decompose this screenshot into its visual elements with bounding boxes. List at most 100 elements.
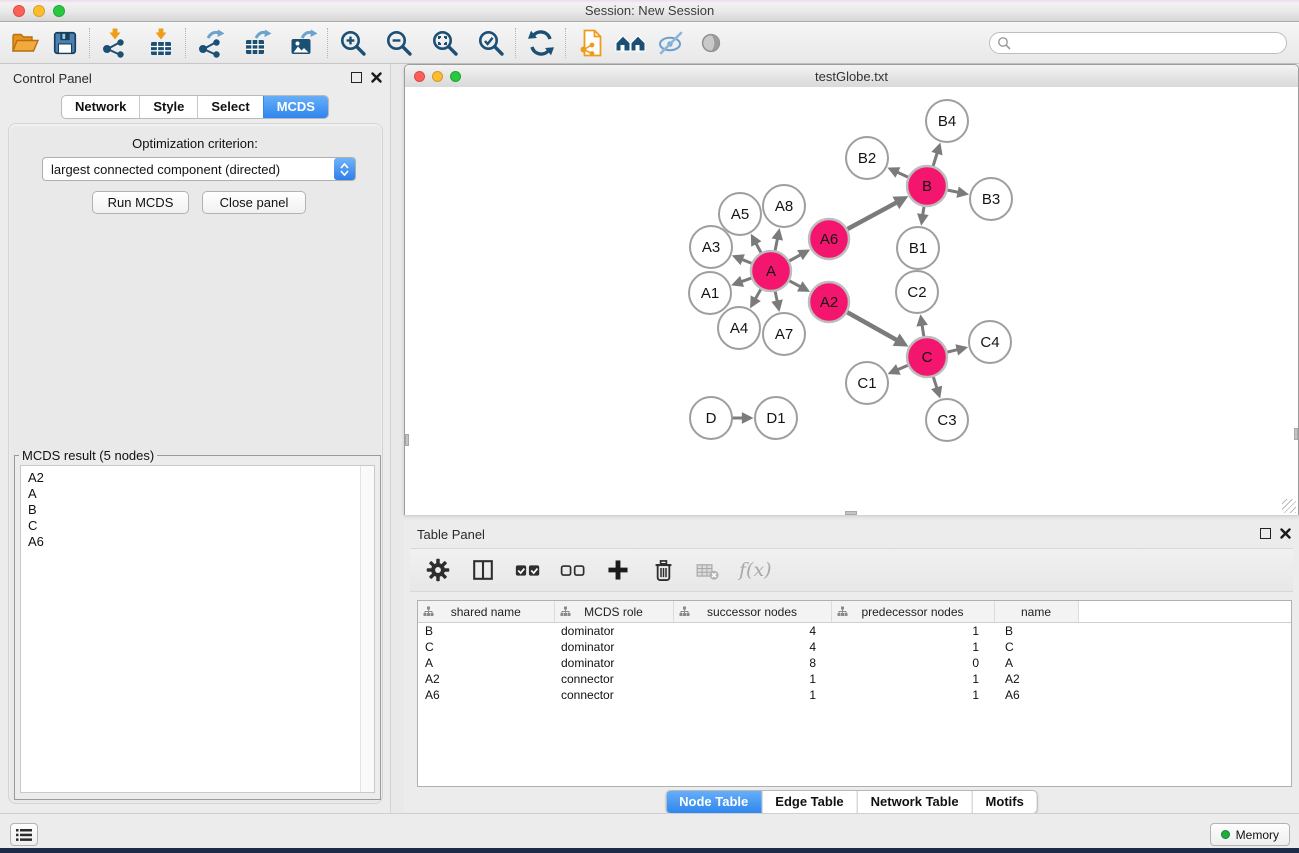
graph-node-D[interactable]: D	[690, 397, 732, 439]
mcds-result-item[interactable]: B	[21, 502, 374, 518]
table-tab-edge-table[interactable]: Edge Table	[761, 791, 856, 813]
export-image-button[interactable]	[286, 26, 320, 60]
table-cell[interactable]: 1	[831, 687, 994, 703]
apply-layout-button[interactable]	[524, 26, 558, 60]
graph-node-C1[interactable]: C1	[846, 362, 888, 404]
table-cell[interactable]: B	[994, 623, 1078, 640]
graph-node-A3[interactable]: A3	[690, 226, 732, 268]
table-cell[interactable]: dominator	[554, 655, 673, 671]
table-cell[interactable]: 1	[673, 687, 831, 703]
graph-node-B[interactable]: B	[907, 166, 947, 206]
graph-node-C3[interactable]: C3	[926, 399, 968, 441]
table-cell[interactable]: 1	[673, 671, 831, 687]
table-cell[interactable]: A2	[994, 671, 1078, 687]
delete-table-button[interactable]	[694, 556, 722, 584]
table-cell[interactable]: A6	[994, 687, 1078, 703]
table-tab-network-table[interactable]: Network Table	[857, 791, 972, 813]
table-cell[interactable]: dominator	[554, 623, 673, 640]
mcds-list-scrollbar[interactable]	[360, 466, 374, 792]
close-panel-button[interactable]: Close panel	[202, 191, 306, 214]
table-cell[interactable]: A2	[418, 671, 554, 687]
graph-node-A6[interactable]: A6	[809, 219, 849, 259]
zoom-in-button[interactable]	[336, 26, 370, 60]
graph-node-A2[interactable]: A2	[809, 282, 849, 322]
search-input[interactable]	[989, 32, 1287, 54]
graph-node-A[interactable]: A	[751, 251, 791, 291]
table-cell[interactable]: A	[994, 655, 1078, 671]
column-header-successor-nodes[interactable]: successor nodes	[673, 601, 831, 623]
graph-node-A1[interactable]: A1	[689, 272, 731, 314]
function-builder-button[interactable]: f(x)	[739, 559, 772, 581]
select-all-button[interactable]	[514, 556, 542, 584]
window-resize-grip[interactable]	[1282, 499, 1296, 513]
memory-button[interactable]: Memory	[1210, 823, 1290, 846]
table-tab-node-table[interactable]: Node Table	[666, 791, 761, 813]
table-row[interactable]: A2connector11A2	[418, 671, 1291, 687]
table-cell[interactable]: A6	[418, 687, 554, 703]
hide-graphics-details-button[interactable]	[654, 26, 688, 60]
column-header-predecessor-nodes[interactable]: predecessor nodes	[831, 601, 994, 623]
mcds-result-item[interactable]: A6	[21, 534, 374, 550]
table-cell[interactable]: 1	[831, 671, 994, 687]
show-columns-button[interactable]	[469, 556, 497, 584]
network-window-titlebar[interactable]: testGlobe.txt	[405, 65, 1298, 88]
table-row[interactable]: Bdominator41B	[418, 623, 1291, 640]
table-cell[interactable]: 4	[673, 639, 831, 655]
graph-node-B1[interactable]: B1	[897, 227, 939, 269]
table-row[interactable]: Cdominator41C	[418, 639, 1291, 655]
graph-node-C2[interactable]: C2	[896, 271, 938, 313]
table-cell[interactable]: 8	[673, 655, 831, 671]
graph-node-A4[interactable]: A4	[718, 307, 760, 349]
network-canvas[interactable]: B4B2BB3A5A8A6A3B1AA1C2A2A4A7C4CC1DD1C3	[405, 87, 1298, 515]
zoom-selected-button[interactable]	[474, 26, 508, 60]
criterion-dropdown[interactable]: largest connected component (directed)	[42, 157, 356, 181]
tab-network[interactable]: Network	[62, 96, 139, 118]
graph-node-A8[interactable]: A8	[763, 185, 805, 227]
deselect-all-button[interactable]	[559, 556, 587, 584]
close-table-panel-icon[interactable]	[1280, 528, 1291, 539]
table-cell[interactable]: A	[418, 655, 554, 671]
import-network-button[interactable]	[98, 26, 132, 60]
left-scrollbar-thumb[interactable]	[405, 434, 409, 446]
table-cell[interactable]: B	[418, 623, 554, 640]
column-header-shared-name[interactable]: shared name	[418, 601, 554, 623]
close-panel-icon[interactable]	[371, 72, 382, 83]
open-session-button[interactable]	[8, 26, 42, 60]
table-cell[interactable]: 0	[831, 655, 994, 671]
column-header-mcds-role[interactable]: MCDS role	[554, 601, 673, 623]
show-graphics-details-button[interactable]	[694, 26, 728, 60]
save-session-button[interactable]	[48, 26, 82, 60]
zoom-fit-button[interactable]	[428, 26, 462, 60]
table-row[interactable]: Adominator80A	[418, 655, 1291, 671]
export-table-button[interactable]	[240, 26, 274, 60]
mcds-result-item[interactable]: A2	[21, 470, 374, 486]
tab-mcds[interactable]: MCDS	[263, 96, 328, 118]
float-table-panel-icon[interactable]	[1260, 528, 1271, 539]
graph-node-D1[interactable]: D1	[755, 397, 797, 439]
graph-node-A5[interactable]: A5	[719, 193, 761, 235]
table-cell[interactable]: 4	[673, 623, 831, 640]
table-cell[interactable]: 1	[831, 623, 994, 640]
run-mcds-button[interactable]: Run MCDS	[92, 191, 189, 214]
table-settings-button[interactable]	[424, 556, 452, 584]
clone-network-button[interactable]	[574, 26, 608, 60]
table-cell[interactable]: C	[994, 639, 1078, 655]
tab-select[interactable]: Select	[197, 96, 262, 118]
graph-node-C[interactable]: C	[907, 337, 947, 377]
graph-node-B3[interactable]: B3	[970, 178, 1012, 220]
export-network-button[interactable]	[194, 26, 228, 60]
mcds-result-item[interactable]: A	[21, 486, 374, 502]
import-table-button[interactable]	[144, 26, 178, 60]
tab-style[interactable]: Style	[139, 96, 197, 118]
right-scrollbar-thumb[interactable]	[1294, 428, 1298, 440]
table-cell[interactable]: connector	[554, 687, 673, 703]
table-tab-motifs[interactable]: Motifs	[972, 791, 1037, 813]
table-cell[interactable]: 1	[831, 639, 994, 655]
table-cell[interactable]: dominator	[554, 639, 673, 655]
show-welcome-screen-button[interactable]	[614, 26, 648, 60]
column-header-name[interactable]: name	[994, 601, 1078, 623]
graph-node-C4[interactable]: C4	[969, 321, 1011, 363]
table-cell[interactable]: C	[418, 639, 554, 655]
task-history-button[interactable]	[10, 823, 38, 846]
float-panel-icon[interactable]	[351, 72, 362, 83]
